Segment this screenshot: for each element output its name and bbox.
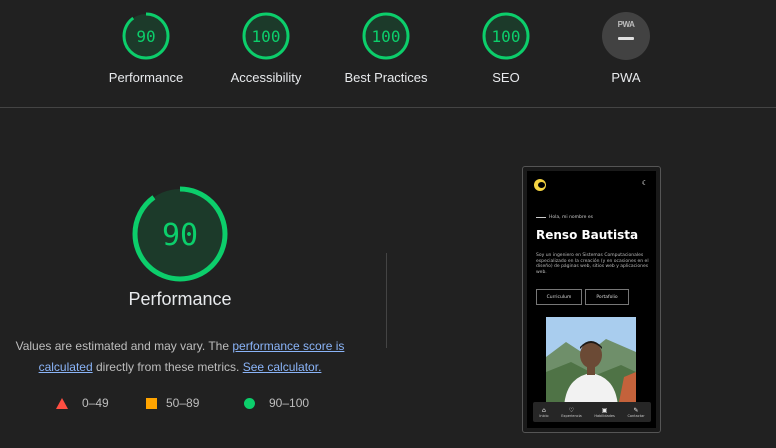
seo-score: 100 [492, 27, 521, 46]
home-icon: ⌂ [542, 406, 546, 414]
performance-description: Values are estimated and may vary. The p… [0, 336, 360, 378]
pwa-badge-text: PWA [617, 20, 635, 29]
performance-main-gauge: 90 [132, 186, 228, 282]
nav-experience: ♡ Experiencia [561, 406, 582, 418]
final-screenshot[interactable]: ☾ Hola, mi nombre es Renso Bautista Soy … [522, 166, 661, 433]
see-calculator-link[interactable]: See calculator. [243, 360, 322, 374]
portfolio-button: Portafolio [585, 289, 629, 305]
profile-name: Renso Bautista [536, 228, 639, 242]
circle-icon [244, 397, 255, 409]
pwa-label: PWA [611, 70, 641, 85]
greeting: Hola, mi nombre es [536, 215, 593, 220]
performance-score: 90 [136, 27, 155, 46]
nav-skills: ▣ Habilidades [594, 406, 615, 418]
contact-icon: ✎ [633, 406, 639, 414]
screenshot-viewport: ☾ Hola, mi nombre es Renso Bautista Soy … [527, 171, 656, 428]
legend-fail: 0–49 [56, 396, 109, 410]
greeting-text: Hola, mi nombre es [549, 215, 593, 220]
bottom-nav: ⌂ Inicio ♡ Experiencia ▣ Habilidades ✎ Conta… [533, 402, 651, 422]
accessibility-score: 100 [252, 27, 281, 46]
seo-label: SEO [492, 70, 520, 85]
performance-section: 90 Performance [0, 185, 360, 310]
accessibility-label: Accessibility [230, 70, 302, 85]
legend-average: 50–89 [146, 396, 199, 410]
gauge-performance[interactable]: 90 Performance [86, 12, 206, 85]
curriculum-button: Curriculum [536, 289, 582, 305]
seo-gauge-ring: 100 [482, 12, 530, 60]
triangle-icon [56, 397, 68, 409]
desc-text-mid: directly from these metrics. [92, 360, 243, 374]
experience-icon: ♡ [568, 406, 575, 414]
performance-gauge-ring: 90 [122, 12, 170, 60]
legend-fail-range: 0–49 [82, 396, 109, 410]
category-summary: 90 Performance 100 Accessibility 100 Bes… [0, 0, 776, 108]
pwa-dash [618, 37, 634, 40]
skills-icon: ▣ [601, 406, 608, 414]
nav-contact: ✎ Contactar [627, 406, 645, 418]
vertical-divider [386, 253, 387, 348]
legend-average-range: 50–89 [166, 396, 200, 410]
square-icon [146, 397, 157, 409]
best-practices-gauge-ring: 100 [362, 12, 410, 60]
profile-bio: Soy un ingeniero en Sistemas Computacion… [536, 253, 649, 275]
nav-home: ⌂ Inicio [539, 406, 549, 418]
legend-pass: 90–100 [244, 396, 309, 410]
legend-pass-range: 90–100 [269, 396, 310, 410]
pwa-badge-icon: PWA [602, 12, 650, 60]
performance-title: Performance [128, 289, 232, 309]
best-practices-label: Best Practices [344, 70, 428, 85]
moon-icon: ☾ [641, 179, 648, 187]
performance-label: Performance [108, 70, 184, 85]
gauge-best-practices[interactable]: 100 Best Practices [326, 12, 446, 85]
gauge-seo[interactable]: 100 SEO [446, 12, 566, 85]
site-logo-icon [534, 179, 546, 191]
performance-main-score: 90 [162, 218, 198, 253]
gauge-accessibility[interactable]: 100 Accessibility [206, 12, 326, 85]
desc-text-start: Values are estimated and may vary. The [15, 339, 233, 353]
gauge-pwa[interactable]: PWA PWA [566, 12, 686, 85]
accessibility-gauge-ring: 100 [242, 12, 290, 60]
profile-photo [546, 317, 636, 407]
best-practices-score: 100 [372, 27, 401, 46]
